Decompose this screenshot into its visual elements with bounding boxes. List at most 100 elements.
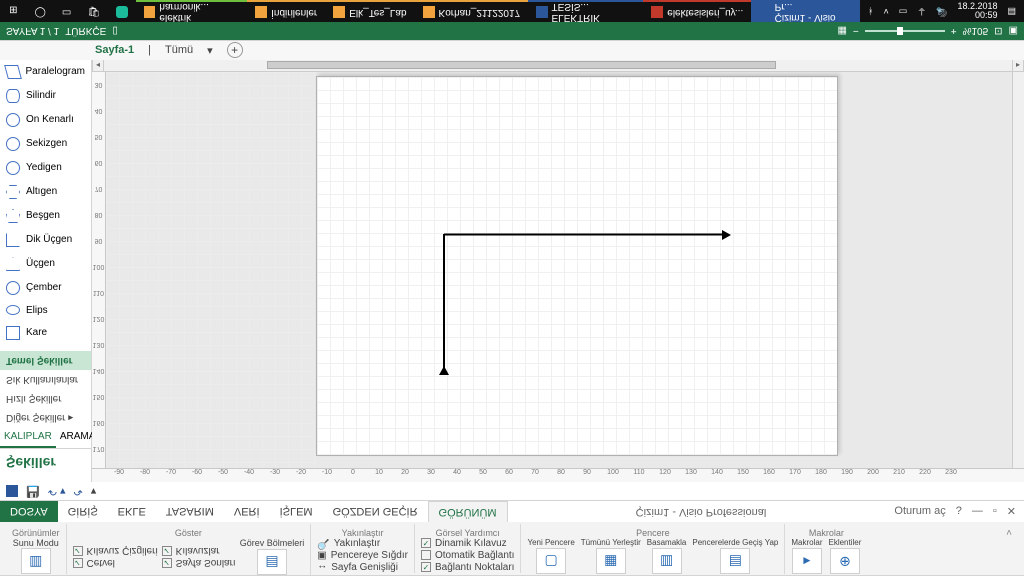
connector-vertical[interactable]	[443, 234, 445, 368]
shape-silindir[interactable]: Silindir	[0, 84, 91, 108]
windows-taskbar: ⊞ ◯ ▭ 🛍 elektrik harmonik... İndirilenle…	[0, 0, 1024, 22]
shape-ucgen[interactable]: Üçgen	[0, 252, 91, 276]
tb-app-elektrik-tesis[interactable]: ELEKTRİK TESİS...	[528, 0, 643, 22]
horizontal-scrollbar[interactable]: ◂▸	[92, 60, 1024, 72]
qat-save-icon[interactable]: 💾	[26, 485, 40, 498]
zoom-out-icon[interactable]: −	[853, 26, 859, 37]
btn-pencereye-sigdir[interactable]: ▣ Pencereye Sığdır	[317, 550, 408, 561]
tb-app-elektesisleri[interactable]: elektesisleri_uy...	[643, 0, 751, 22]
tray-wifi-icon[interactable]: ⏚	[917, 5, 926, 18]
tb-taskview[interactable]: ▭	[54, 0, 79, 22]
presentation-mode-icon[interactable]: ▦	[837, 26, 846, 37]
tb-app-elkteslab[interactable]: Elk_Tes_Lab	[325, 0, 414, 22]
quick-access-toolbar: 💾 ↶ ▾ ↷ ▾	[0, 482, 1024, 500]
chk-cetvel[interactable]: Cetvel	[73, 557, 115, 568]
drawing-surface[interactable]	[106, 72, 1012, 468]
connector-horizontal[interactable]	[444, 234, 724, 236]
start-button[interactable]: ⊞	[0, 6, 27, 17]
btn-pencerelerde-gecis[interactable]: ▤	[720, 548, 750, 574]
fit-page-icon[interactable]: ⊡	[994, 26, 1002, 37]
vertical-scrollbar[interactable]	[1012, 72, 1024, 468]
btn-basamakla[interactable]: ▥	[652, 548, 682, 574]
page-tab-all[interactable]: Tümü	[165, 45, 193, 57]
shape-kare[interactable]: Kare	[0, 321, 91, 345]
maximize-icon[interactable]: ▫	[993, 505, 997, 518]
tab-islem[interactable]: İŞLEM	[270, 501, 323, 522]
page-tab-bar: Sayfa-1 | Tümü ▾ +	[0, 40, 1024, 60]
btn-yeni-pencere[interactable]: ▢	[536, 548, 566, 574]
tb-store[interactable]: 🛍	[79, 0, 108, 22]
tab-ekle[interactable]: EKLE	[108, 501, 156, 522]
shape-dik-ucgen[interactable]: Dik Üçgen	[0, 228, 91, 252]
chk-kilavuzlar[interactable]: Kılavuzlar	[162, 545, 220, 556]
btn-eklentiler[interactable]: ⊕	[830, 548, 860, 574]
tray-battery-icon[interactable]: ▭	[899, 6, 908, 17]
shape-cember[interactable]: Çember	[0, 276, 91, 300]
tray-volume-icon[interactable]: 🔊	[936, 6, 947, 17]
section-hizli-sekiller[interactable]: Hızlı Şekiller	[0, 389, 91, 408]
zoom-slider[interactable]	[865, 30, 945, 32]
zoom-in-icon[interactable]: +	[951, 26, 957, 37]
section-temel-sekiller[interactable]: Temel Şekiller	[0, 351, 91, 370]
language-indicator[interactable]: TÜRKÇE	[65, 26, 106, 37]
qat-redo-icon[interactable]: ↷	[74, 485, 83, 498]
close-icon[interactable]: ✕	[1007, 505, 1016, 518]
horizontal-ruler: -90-80-70-60-50-40-30-20-100102030405060…	[92, 468, 1024, 482]
gorev-bolmeleri-button[interactable]: ▤	[257, 549, 287, 575]
sunu-modu-button[interactable]: ▥	[21, 548, 51, 574]
panel-tab-kaliplar[interactable]: KALIPLAR	[0, 427, 56, 448]
btn-makrolar[interactable]: ▸	[792, 548, 822, 574]
page-tab-dropdown-icon[interactable]: ▾	[207, 44, 213, 57]
chk-baglanti-noktalari[interactable]: Bağlantı Noktaları	[421, 562, 515, 573]
tab-tasarim[interactable]: TASARIM	[156, 501, 224, 522]
drawing-page[interactable]	[316, 76, 838, 456]
ribbon-collapse-icon[interactable]: ˅	[1000, 524, 1018, 539]
section-sik-kullanilanlar[interactable]: Sık Kullanılanlar	[0, 370, 91, 389]
tab-giris[interactable]: GİRİŞ	[58, 501, 108, 522]
tray-clock[interactable]: 00:59 18.2.2018	[957, 2, 997, 20]
shape-elips[interactable]: Elips	[0, 300, 91, 321]
tab-gorunum[interactable]: GÖRÜNÜM	[428, 501, 508, 522]
tb-app-g[interactable]	[108, 0, 136, 22]
tb-app-indirilenler[interactable]: İndirilenler	[247, 0, 325, 22]
add-page-button[interactable]: +	[227, 43, 243, 59]
record-macro-icon[interactable]: ▯	[112, 26, 118, 37]
oturum-ac-link[interactable]: Oturum aç	[894, 505, 945, 518]
ribbon-group-gorsel-yardimci: Dinamik Kılavuz Otomatik Bağlantı Bağlan…	[415, 524, 522, 573]
chk-otomatik-baglanti[interactable]: Otomatik Bağlantı	[421, 550, 514, 561]
shape-yedigen[interactable]: Yedigen	[0, 156, 91, 180]
chk-kilavuz-cizgileri[interactable]: Kılavuz Çizgileri	[73, 545, 158, 556]
fullscreen-icon[interactable]: ▣	[1009, 26, 1018, 37]
ribbon-group-yakinlastir: 🔍 Yakınlaştır ▣ Pencereye Sığdır ↔ Sayfa…	[311, 524, 415, 573]
tb-app-korhan[interactable]: Korhan_21122017	[415, 0, 529, 22]
zoom-level[interactable]: %105	[963, 26, 989, 37]
tb-app-visio[interactable]: Çizim1 - Visio Pr...	[751, 0, 860, 22]
help-icon[interactable]: ?	[956, 505, 962, 518]
vertical-ruler: 30405060708090100110120130140150160170	[92, 72, 106, 468]
tb-cortana[interactable]: ◯	[27, 0, 54, 22]
shape-sekizgen[interactable]: Sekizgen	[0, 132, 91, 156]
visio-status-bar: SAYFA 1 / 1 TÜRKÇE ▯ ▦ − + %105 ⊡ ▣	[0, 22, 1024, 40]
tab-dosya[interactable]: DOSYA	[0, 501, 58, 522]
minimize-icon[interactable]: —	[972, 505, 983, 518]
section-diger-sekiller[interactable]: Diğer Şekiller ▸	[0, 408, 91, 427]
tab-veri[interactable]: VERİ	[224, 501, 270, 522]
shape-besgen[interactable]: Beşgen	[0, 204, 91, 228]
qat-undo-icon[interactable]: ↶ ▾	[48, 485, 66, 498]
btn-sayfa-genisligi[interactable]: ↔ Sayfa Genişliği	[317, 562, 398, 573]
tray-chevron-icon[interactable]: ˅	[883, 6, 888, 16]
tray-share-icon[interactable]: ᚼ	[868, 6, 873, 16]
btn-tumunu-yerlestir[interactable]: ▦	[596, 548, 626, 574]
tray-notifications-icon[interactable]: ▤	[1008, 6, 1017, 17]
shape-paralelogram[interactable]: Paralelogram	[0, 60, 91, 84]
shape-altigen[interactable]: Altıgen	[0, 180, 91, 204]
tab-gozden-gecir[interactable]: GÖZDEN GEÇİR	[323, 501, 428, 522]
chk-dinamik-kilavuz[interactable]: Dinamik Kılavuz	[421, 538, 507, 549]
chk-sayfa-sonlari[interactable]: Sayfa Sonları	[162, 557, 236, 568]
visio-app-icon[interactable]	[6, 485, 18, 497]
page-tab-active[interactable]: Sayfa-1	[95, 45, 134, 57]
tb-app-harmonik[interactable]: elektrik harmonik...	[136, 0, 247, 22]
qat-customize-icon[interactable]: ▾	[91, 485, 97, 498]
shape-on-kenarli[interactable]: On Kenarlı	[0, 108, 91, 132]
btn-yakinlastir[interactable]: 🔍 Yakınlaştır	[317, 538, 380, 549]
